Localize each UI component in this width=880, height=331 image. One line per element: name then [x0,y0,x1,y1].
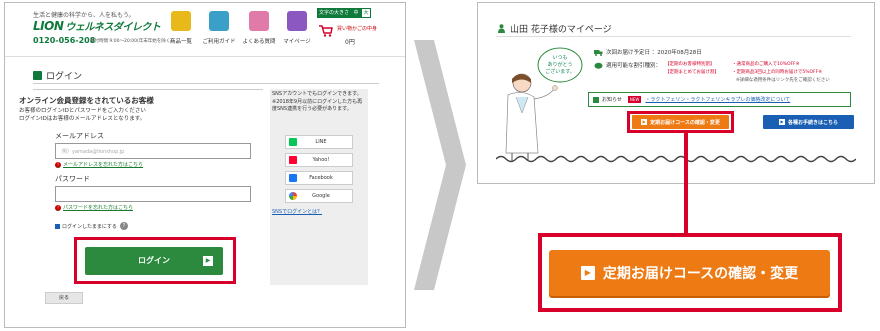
products-icon [171,11,191,31]
mypage-icon [287,11,307,31]
notice-label: お知らせ [602,97,622,103]
password-label: パスワード [55,175,90,183]
course-confirm-button-zoomed[interactable]: ▶ 定期お届けコースの確認・変更 [549,250,830,296]
nav-products[interactable]: 商品一覧 [163,11,199,45]
google-label: Google [312,193,330,199]
remember-me-checkbox[interactable]: ログインしたままにする ? [55,222,128,230]
password-forgot-link[interactable]: ! パスワードを忘れた方はこちら [55,204,133,211]
alert-icon: ! [55,161,61,168]
line-icon [289,138,297,146]
email-label: メールアドレス [55,132,104,140]
cart-label[interactable]: 買い物かごの中身 [337,25,377,32]
password-forgot-text: パスワードを忘れた方はこちら [63,205,134,211]
font-size-medium[interactable]: 中 [351,8,362,18]
login-icon [33,71,42,80]
login-button[interactable]: ログイン ▶ [85,247,223,275]
new-badge: NEW [627,96,642,103]
logo-lion: LION [33,19,64,33]
email-field[interactable]: 例）yamada@lionshop.jp [55,143,251,159]
person-icon [498,24,505,33]
line-label: LINE [315,139,327,145]
sns-login-panel: SNSアカウントでもログインできます。 ※2018年9月以前にログインした方も再… [270,89,368,285]
notice-bar[interactable]: お知らせ NEW ・ラクトフェリン・ラクトフェリンキラプレの価格改定について [588,92,851,107]
nav-guide[interactable]: ご利用ガイド [201,11,237,45]
divider [496,36,851,37]
play-arrow-icon: ▶ [778,119,785,125]
mypage-screenshot: 山田 花子様のマイページ いつも ありがとう ございます。 次回お届け予定日 ：… [477,2,875,184]
facebook-login-button[interactable]: Facebook [285,171,353,185]
discount-tag-2: 【定期まとめてお届け割】 [665,70,719,75]
font-size-large[interactable]: 大 [361,8,372,18]
font-size-control: 文字の大きさ 中 大 [317,8,372,18]
play-arrow-icon: ▶ [203,256,213,266]
nav-faq[interactable]: よくある質問 [241,11,277,45]
procedure-button[interactable]: ▶ 各種お手続きはこちら [763,115,854,129]
back-button[interactable]: 戻る [45,292,83,304]
course-confirm-button[interactable]: ▶ 定期お届けコースの確認・変更 [632,115,729,129]
wave-divider [496,155,856,163]
truck-icon [594,49,603,56]
cart-icon[interactable] [319,25,333,37]
email-forgot-link[interactable]: ! メールアドレスを忘れた方はこちら [55,161,143,168]
guide-icon [209,11,229,31]
mypage-title: 山田 花子様のマイページ [498,22,612,35]
next-delivery-text: 次回お届け予定日 ：2020年08月28日 [606,50,702,56]
yahoo-label: Yahoo! [312,157,330,163]
faq-icon [249,11,269,31]
password-field[interactable] [55,186,251,202]
font-size-label: 文字の大きさ [317,8,352,18]
form-description: お客様のログインIDとパスワードをご入力ください ログインIDはお客様のメールア… [19,108,146,122]
nav-guide-label: ご利用ガイド [202,39,236,45]
chevron-right-icon [414,40,466,290]
notice-icon [593,96,599,103]
google-login-button[interactable]: Google [285,189,353,203]
site-header: 生活と健康の科学から、人を私もう。 LION ウェルネスダイレクト 0120-05… [5,3,405,57]
course-confirm-label-zoomed: 定期お届けコースの確認・変更 [602,266,799,282]
nav-faq-label: よくある質問 [242,39,276,45]
discount-note-2[interactable]: ・定期商品3回以上の同時お届けで5%OFF※ [732,69,822,75]
sns-about-link[interactable]: SNSでログインとは？ [272,208,322,215]
discount-label: 適用可能な割引種別： [606,63,662,69]
page-title: ログイン [33,69,82,82]
login-page-screenshot: 生活と健康の科学から、人を私もう。 LION ウェルネスダイレクト 0120-05… [4,2,406,328]
discount-detail: ※詳細な適用条件はリンク先をご確認ください [736,78,830,83]
checkbox-icon [55,223,60,229]
piggy-bank-icon [594,62,603,69]
sns-description: SNSアカウントでもログインできます。 ※2018年9月以前にログインした方も再… [272,91,363,112]
line-login-button[interactable]: LINE [285,135,353,149]
cart-amount: 0円 [345,39,355,46]
callout-connector [684,130,688,233]
nav-products-label: 商品一覧 [169,39,192,45]
nav-mypage-label: マイページ [283,39,311,45]
discount-note-1[interactable]: ・通常商品のご購入で10%OFF※ [732,61,800,67]
speech-bubble: いつも ありがとう ございます。 [545,55,575,75]
facebook-label: Facebook [309,175,333,181]
yahoo-icon [289,156,297,164]
yahoo-login-button[interactable]: Yahoo! [285,153,353,167]
divider [33,83,379,84]
nav-mypage[interactable]: マイページ [279,11,315,45]
procedure-label: 各種お手続きはこちら [787,119,838,126]
next-delivery-row: 次回お届け予定日 ：2020年08月28日 [594,48,702,56]
email-forgot-text: メールアドレスを忘れた方はこちら [63,162,144,168]
page-title-text: ログイン [46,72,83,82]
alert-icon: ! [55,204,61,211]
course-confirm-label: 定期お届けコースの確認・変更 [650,119,720,126]
discount-row: 適用可能な割引種別： [594,61,661,69]
notice-link[interactable]: ・ラクトフェリン・ラクトフェリンキラプレの価格改定について [645,96,790,103]
logo-brand: ウェルネスダイレクト [65,22,161,33]
play-arrow-icon: ▶ [641,119,648,125]
phone-hours: 受付時間 9:00〜20:00(年末年始を除く) [90,39,173,44]
play-arrow-icon: ▶ [580,266,595,280]
phone-number: 0120-056-208 [33,36,96,45]
google-icon [289,192,297,200]
form-title: オンライン会員登録をされているお客様 [19,96,154,105]
login-button-label: ログイン [138,256,170,265]
remember-me-label: ログインしたままにする [62,223,117,230]
discount-tag-1: 【定期のお客様特別割】 [665,62,715,67]
help-icon[interactable]: ? [119,222,128,230]
mypage-title-text: 山田 花子様のマイページ [510,25,612,35]
facebook-icon [289,174,297,182]
site-logo[interactable]: LION ウェルネスダイレクト [33,18,161,33]
